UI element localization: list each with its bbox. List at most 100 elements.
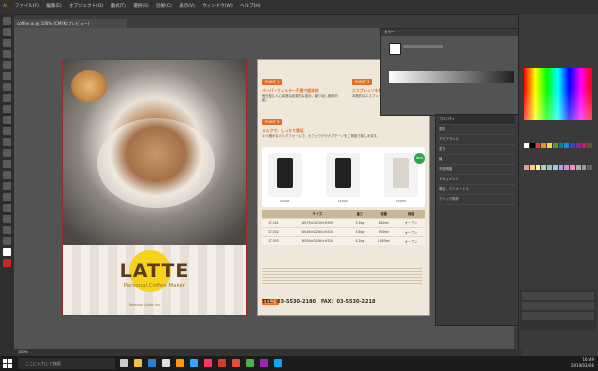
color-swatch[interactable]	[587, 143, 592, 148]
color-swatch[interactable]	[570, 143, 575, 148]
graph-tool-icon[interactable]	[3, 204, 11, 212]
properties-row[interactable]: クイック操作	[439, 195, 515, 205]
menu-type[interactable]: 書式(T)	[111, 4, 126, 9]
rotate-tool-icon[interactable]	[3, 116, 11, 124]
color-swatch[interactable]	[575, 164, 581, 170]
stroke-color-swatch[interactable]	[3, 259, 11, 267]
menu-help[interactable]: ヘルプ(H)	[240, 4, 260, 9]
photoshop-icon[interactable]	[190, 359, 198, 367]
layer-row[interactable]	[522, 302, 594, 310]
properties-row[interactable]: 線	[439, 155, 515, 165]
taskbar-clock[interactable]: 16:49 2019/03/06	[552, 357, 594, 369]
pen-tool-icon[interactable]	[3, 39, 11, 47]
color-swatch[interactable]	[552, 143, 558, 148]
color-swatch[interactable]	[564, 143, 569, 148]
eraser-tool-icon[interactable]	[3, 105, 11, 113]
color-swatch[interactable]	[535, 164, 541, 170]
tint-slider[interactable]	[403, 45, 443, 48]
swatches-panel[interactable]	[524, 143, 592, 185]
color-swatch[interactable]	[581, 143, 587, 148]
type-tool-icon[interactable]	[3, 50, 11, 58]
color-panel[interactable]: カラー	[380, 28, 524, 116]
fill-swatch[interactable]	[389, 43, 401, 55]
point3-text: キメ細かなミルクフォームで、カフェラテやカプチーノをご家庭で楽しめます。	[262, 133, 380, 138]
app-icon[interactable]	[260, 359, 268, 367]
windows-start-icon[interactable]	[3, 359, 12, 368]
layers-panel[interactable]	[520, 290, 596, 330]
shape-builder-tool-icon[interactable]	[3, 149, 11, 157]
menu-view[interactable]: 表示(V)	[179, 4, 195, 9]
layer-row[interactable]	[522, 292, 594, 300]
properties-row[interactable]: アピアランス	[439, 135, 515, 145]
acrobat-icon[interactable]	[218, 359, 226, 367]
grayscale-ramp[interactable]	[389, 71, 514, 83]
properties-row[interactable]: 塗り	[439, 145, 515, 155]
menu-window[interactable]: ウィンドウ(W)	[202, 4, 232, 9]
direct-selection-tool-icon[interactable]	[3, 28, 11, 36]
app-icon[interactable]	[274, 359, 282, 367]
color-swatch[interactable]	[570, 164, 575, 170]
menu-file[interactable]: ファイル(F)	[15, 4, 39, 9]
pencil-tool-icon[interactable]	[3, 94, 11, 102]
spec-cell: オープン	[397, 236, 425, 246]
taskbar-search[interactable]: ここに入力して検索	[18, 358, 115, 369]
properties-row[interactable]: 不透明度	[439, 165, 515, 175]
illustrator-icon[interactable]	[176, 359, 184, 367]
artboard-cover[interactable]: LATTE Personal Coffee Maker Maebon Latte…	[62, 59, 247, 316]
artboard-tool-icon[interactable]	[3, 215, 11, 223]
color-swatch[interactable]	[558, 143, 564, 148]
color-swatch[interactable]	[529, 143, 535, 148]
scale-tool-icon[interactable]	[3, 127, 11, 135]
menu-select[interactable]: 選択(S)	[133, 4, 148, 9]
color-swatch[interactable]	[541, 164, 546, 170]
properties-row[interactable]: ドキュメント	[439, 175, 515, 185]
zoom-level[interactable]: 100%	[18, 350, 28, 354]
color-swatch[interactable]	[587, 164, 592, 170]
color-swatch[interactable]	[558, 164, 564, 170]
symbol-sprayer-tool-icon[interactable]	[3, 193, 11, 201]
edge-icon[interactable]	[148, 359, 156, 367]
color-swatch[interactable]	[547, 143, 552, 148]
app-icon[interactable]	[232, 359, 240, 367]
zoom-tool-icon[interactable]	[3, 237, 11, 245]
color-swatch[interactable]	[552, 164, 558, 170]
layer-row[interactable]	[522, 312, 594, 320]
color-swatch[interactable]	[524, 164, 529, 170]
chrome-icon[interactable]	[246, 359, 254, 367]
gradient-tool-icon[interactable]	[3, 160, 11, 168]
width-tool-icon[interactable]	[3, 138, 11, 146]
fill-color-swatch[interactable]	[3, 248, 11, 256]
menu-effect[interactable]: 効果(C)	[156, 4, 172, 9]
properties-panel[interactable]: プロパティ 変形 アピアランス 塗り 線 不透明度 ドキュメント 単位：ミリメー…	[435, 114, 519, 326]
color-spectrum[interactable]	[524, 68, 592, 120]
color-swatch[interactable]	[541, 143, 546, 148]
color-swatch[interactable]	[535, 143, 541, 148]
menu-edit[interactable]: 編集(E)	[46, 4, 61, 9]
color-swatch[interactable]	[529, 164, 535, 170]
color-swatch[interactable]	[581, 164, 587, 170]
color-swatch[interactable]	[524, 143, 529, 148]
store-icon[interactable]	[162, 359, 170, 367]
rectangle-tool-icon[interactable]	[3, 72, 11, 80]
properties-row[interactable]: 変形	[439, 125, 515, 135]
paintbrush-tool-icon[interactable]	[3, 83, 11, 91]
line-tool-icon[interactable]	[3, 61, 11, 69]
task-view-icon[interactable]	[120, 359, 128, 367]
table-row: LT-002 W180×D260×H310 3.8kg 900ml オープン	[262, 226, 425, 237]
hand-tool-icon[interactable]	[3, 226, 11, 234]
color-panel-title[interactable]: カラー	[381, 29, 523, 36]
properties-title[interactable]: プロパティ	[439, 115, 515, 125]
eyedropper-tool-icon[interactable]	[3, 171, 11, 179]
properties-row[interactable]: 単位：ミリメートル	[439, 185, 515, 195]
machine-3-label: LT-003	[396, 199, 406, 203]
selection-tool-icon[interactable]	[3, 17, 11, 25]
file-explorer-icon[interactable]	[134, 359, 142, 367]
blend-tool-icon[interactable]	[3, 182, 11, 190]
document-tab[interactable]: coffee.ai @ 100% (CMYK/プレビュー)	[14, 19, 127, 28]
indesign-icon[interactable]	[204, 359, 212, 367]
menu-object[interactable]: オブジェクト(O)	[69, 4, 103, 9]
color-swatch[interactable]	[564, 164, 569, 170]
color-swatch[interactable]	[575, 143, 581, 148]
color-swatch[interactable]	[547, 164, 552, 170]
spec-cell: W180×D260×H310	[285, 226, 350, 237]
